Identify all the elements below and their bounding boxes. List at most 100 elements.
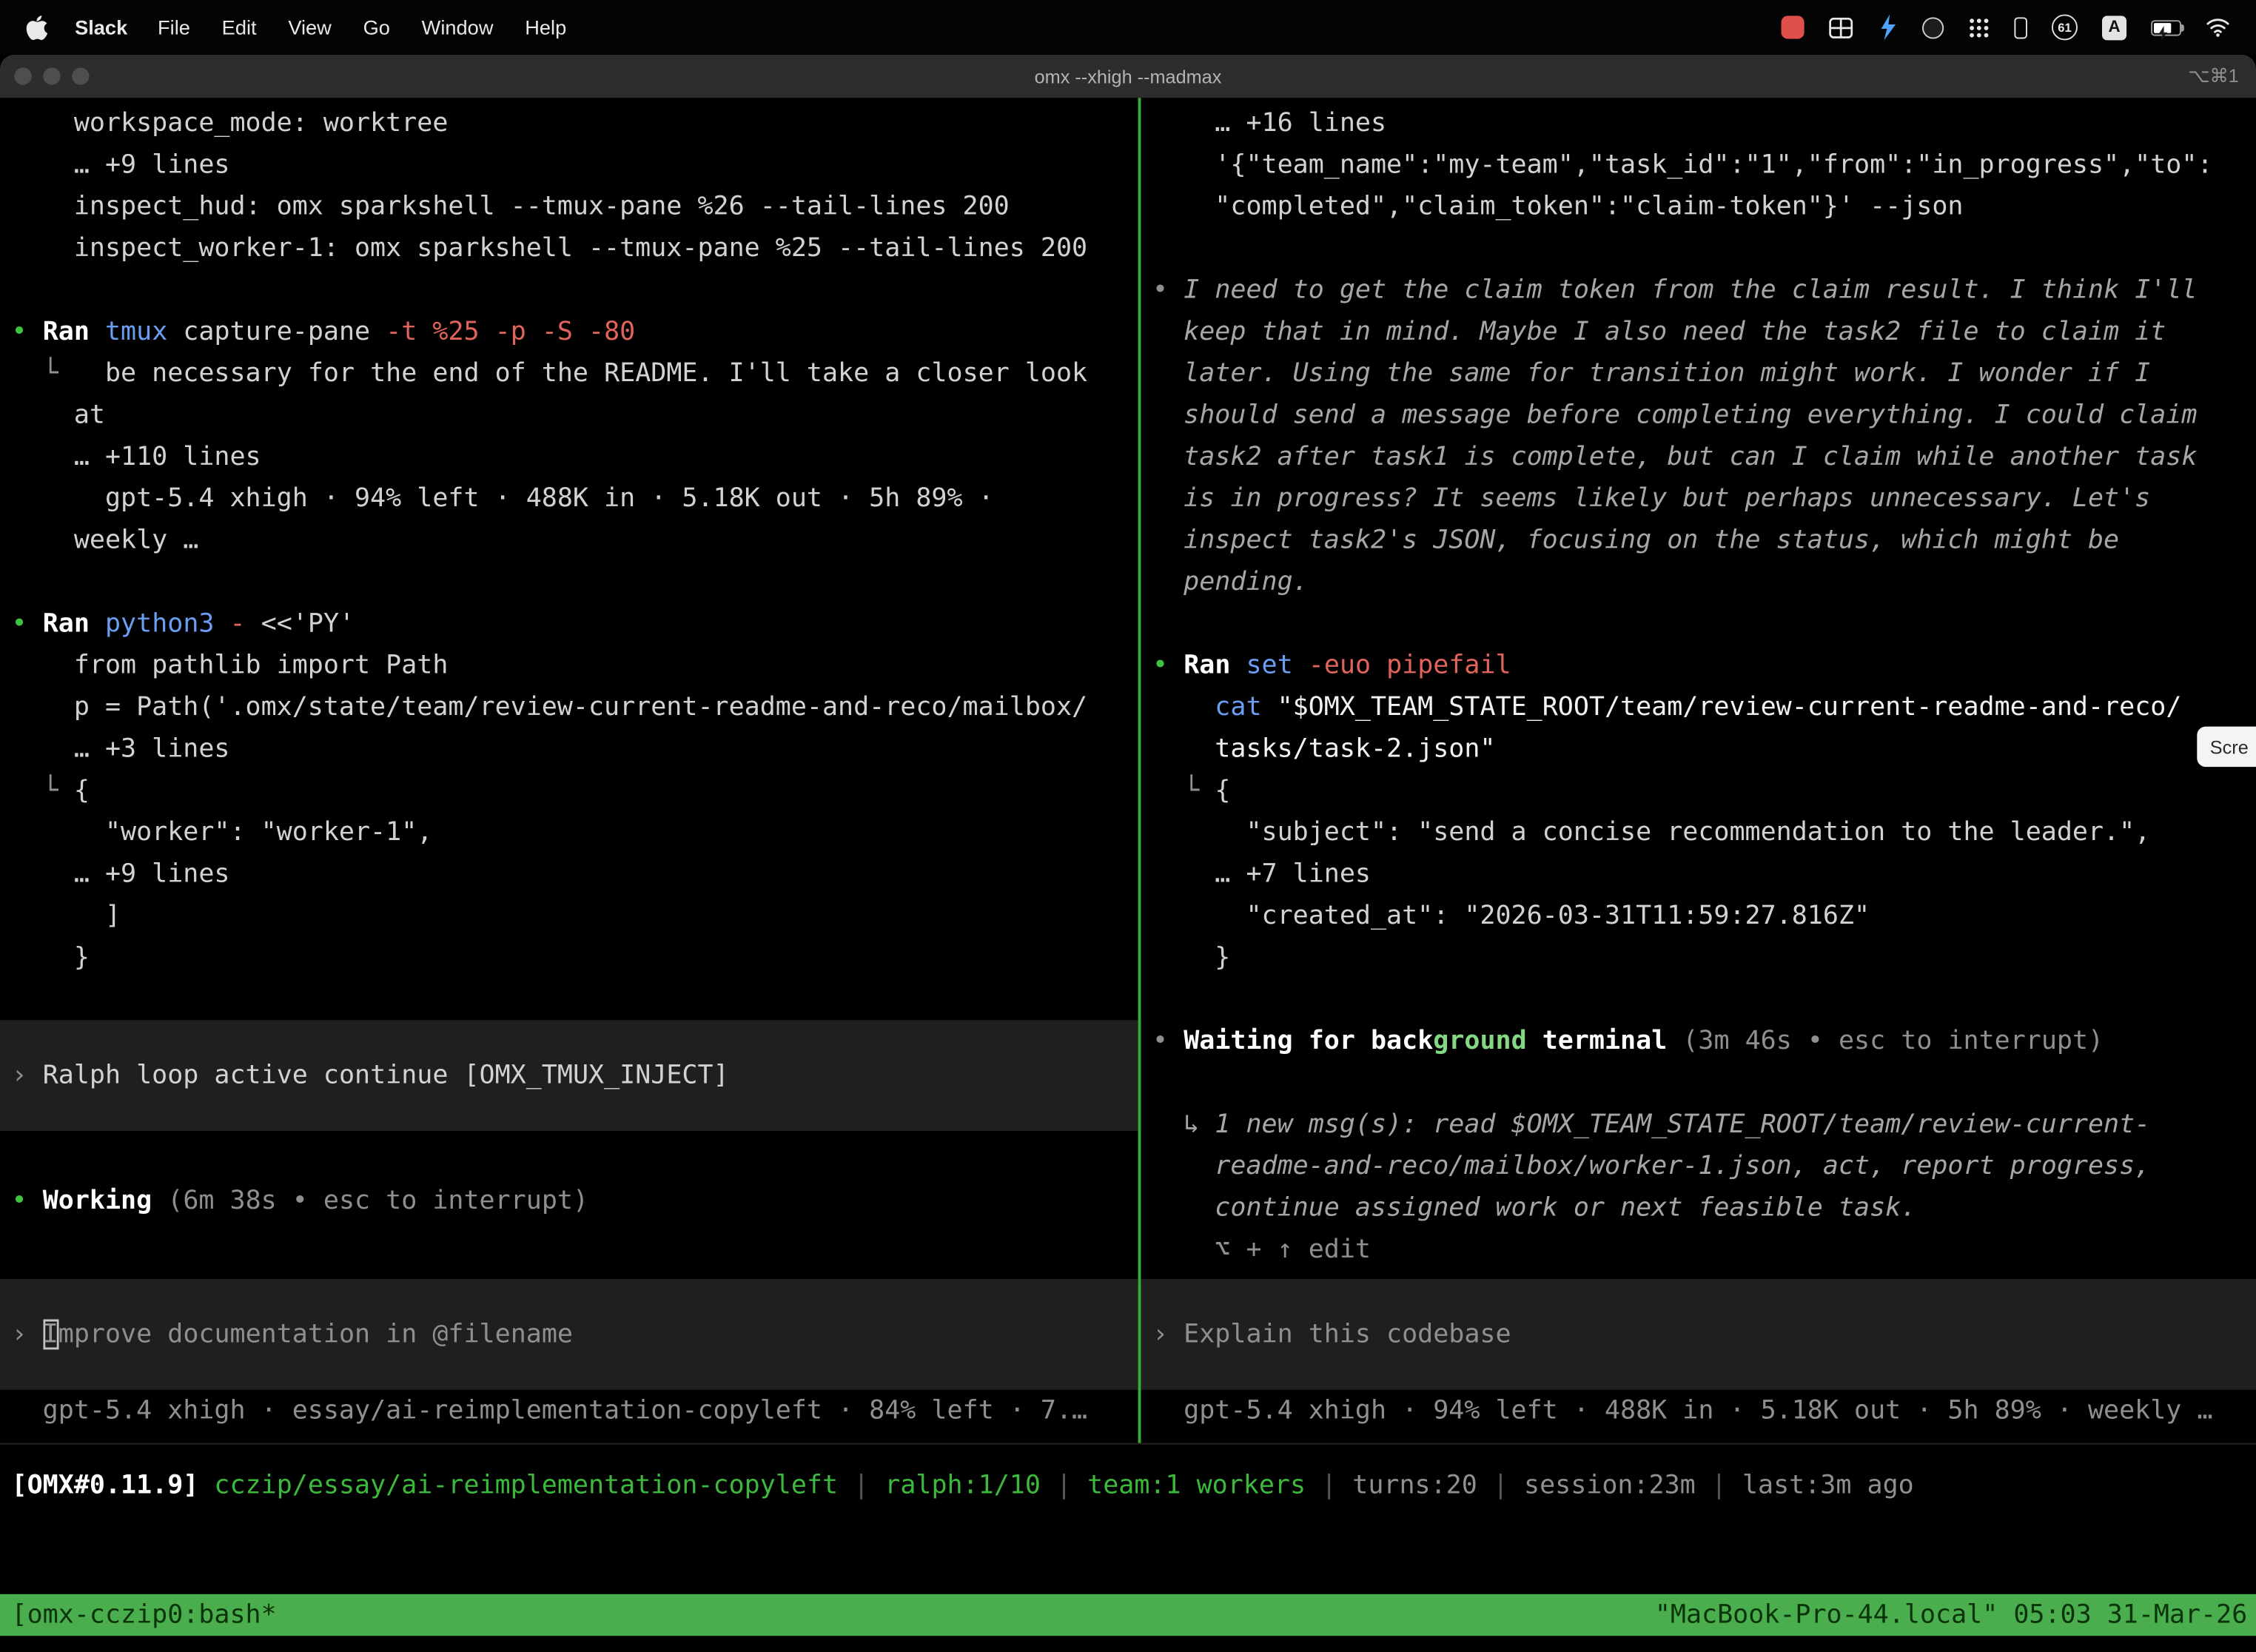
menu-edit[interactable]: Edit <box>206 16 272 38</box>
text-segment: └ <box>12 776 74 806</box>
terminal-line: } <box>1152 936 2256 978</box>
pane-status-line: gpt-5.4 xhigh · 94% left · 488K in · 5.1… <box>1152 1390 2256 1443</box>
menu-view[interactable]: View <box>272 16 347 38</box>
pane-scrollback: workspace_mode: worktree … +9 lines insp… <box>12 102 1138 1221</box>
prompt-input-row[interactable]: › Improve documentation in @filename <box>0 1279 1138 1390</box>
terminal-line: readme-and-reco/mailbox/worker-1.json, a… <box>1152 1145 2256 1186</box>
text-segment: • <box>1152 651 1184 681</box>
text-segment: set <box>1246 651 1308 681</box>
menu-go[interactable]: Go <box>347 16 406 38</box>
text-segment: Ran <box>43 608 105 639</box>
text-segment: at <box>12 400 105 430</box>
text-segment: "$OMX_TEAM_STATE_ROOT/team/review-curren… <box>1278 692 2182 722</box>
terminal-line: ↳ 1 new msg(s): read $OMX_TEAM_STATE_ROO… <box>1152 1104 2256 1145</box>
traffic-lights <box>14 55 89 98</box>
text-segment: tasks/task-2.json" <box>1152 733 1495 764</box>
text-segment: … +110 lines <box>12 442 261 472</box>
text-segment: • <box>12 1186 43 1216</box>
menu-window[interactable]: Window <box>406 16 509 38</box>
text-segment: { <box>1215 776 1230 806</box>
omx-hud-line: [OMX#0.11.9] cczip/essay/ai-reimplementa… <box>12 1465 2256 1506</box>
text-segment: "worker": "worker-1", <box>12 817 433 847</box>
text-segment: | <box>1306 1471 1352 1501</box>
tmux-pane-right[interactable]: … +16 lines '{"team_name":"my-team","tas… <box>1141 98 2256 1443</box>
text-segment: "completed","claim_token":"claim-token"}… <box>1152 192 1963 222</box>
window-grid-icon[interactable] <box>1829 16 1853 38</box>
terminal-line: … +9 lines <box>12 853 1138 895</box>
window-shortcut-hint: ⌥⌘1 <box>2188 64 2238 87</box>
terminal-line: p = Path('.omx/state/team/review-current… <box>12 686 1138 728</box>
text-segment: inspect_worker-1: omx sparkshell --tmux-… <box>12 233 1088 263</box>
count-badge-icon[interactable]: 61 <box>2052 14 2078 40</box>
text-segment: … +7 lines <box>1152 859 1371 889</box>
text-segment: (6m 38s • esc to interrupt) <box>167 1186 588 1216</box>
text-segment: keep that in mind. Maybe I also need the… <box>1152 317 2166 347</box>
terminal-line: from pathlib import Path <box>12 645 1138 686</box>
battery-glyph <box>2151 19 2181 35</box>
text-segment: last:3m ago <box>1742 1471 1914 1501</box>
zoom-button[interactable] <box>72 67 89 84</box>
text-segment: '{"team_name":"my-team","task_id":"1","f… <box>1152 150 2212 180</box>
text-segment: is in progress? It seems likely but perh… <box>1152 483 2150 514</box>
battery-charging-icon[interactable] <box>2151 19 2181 35</box>
spark-icon[interactable] <box>1878 14 1898 40</box>
text-segment: ] <box>12 901 121 931</box>
menu-file[interactable]: File <box>142 16 207 38</box>
text-segment: later. Using the same for transition mig… <box>1152 358 2150 389</box>
terminal-line: "completed","claim_token":"claim-token"}… <box>1152 186 2256 227</box>
menu-app-name[interactable]: Slack <box>61 16 142 38</box>
terminal-line <box>12 1131 1138 1172</box>
apple-menu[interactable] <box>17 13 60 41</box>
text-segment: readme-and-reco/mailbox/worker-1.json, a… <box>1152 1151 2150 1181</box>
circle-app-icon[interactable] <box>1922 16 1944 38</box>
menu-bar-left: Slack File Edit View Go Window Help <box>0 13 583 41</box>
tmux-host-and-clock: "MacBook-Pro-44.local" 05:03 31-Mar-26 <box>1655 1594 2256 1636</box>
tmux-pane-left[interactable]: workspace_mode: worktree … +9 lines insp… <box>0 98 1138 1443</box>
screenshot-notification-label: Scre <box>2210 736 2249 757</box>
text-segment: … +3 lines <box>12 733 230 764</box>
device-icon[interactable] <box>2014 16 2027 38</box>
text-segment: tmux <box>105 317 183 347</box>
terminal-line: } <box>12 936 1138 978</box>
text-segment: continue assigned work or next feasible … <box>1152 1192 1916 1223</box>
text-segment: cat <box>1152 692 1278 722</box>
text-segment: p = Path('.omx/state/team/review-current… <box>12 692 1088 722</box>
text-segment: I need to get the claim token from the c… <box>1184 275 2197 305</box>
terminal-line: keep that in mind. Maybe I also need the… <box>1152 311 2256 352</box>
text-segment: "subject": "send a concise recommendatio… <box>1152 817 2150 847</box>
terminal-line: task2 after task1 is complete, but can I… <box>1152 436 2256 477</box>
menu-bar-status-icons: 61 A <box>1782 14 2256 40</box>
text-segment: ground <box>1433 1026 1526 1056</box>
screenshot-notification[interactable]: Scre <box>2197 727 2256 767</box>
terminal-line: inspect task2's JSON, focusing on the st… <box>1152 520 2256 561</box>
terminal-window: omx --xhigh --madmax ⌥⌘1 workspace_mode:… <box>0 55 2256 1652</box>
terminal-line: should send a message before completing … <box>1152 394 2256 436</box>
wifi-icon[interactable] <box>2206 17 2230 37</box>
screen-recording-indicator-icon[interactable] <box>1782 16 1805 38</box>
text-segment: Ran <box>43 317 105 347</box>
window-title-bar[interactable]: omx --xhigh --madmax ⌥⌘1 <box>0 55 2256 98</box>
record-stop-glyph <box>1782 16 1805 38</box>
terminal-line: continue assigned work or next feasible … <box>1152 1187 2256 1229</box>
input-source-icon[interactable]: A <box>2102 15 2126 39</box>
minimize-button[interactable] <box>43 67 60 84</box>
text-segment: › <box>12 1320 43 1350</box>
menu-help[interactable]: Help <box>509 16 583 38</box>
text-segment: ↳ 1 new msg(s): read $OMX_TEAM_STATE_ROO… <box>1152 1109 2150 1140</box>
text-segment: weekly … <box>12 526 199 556</box>
ralph-injected-message: › Ralph loop active continue [OMX_TMUX_I… <box>0 1020 1138 1131</box>
circle-glyph <box>1922 16 1944 38</box>
text-segment: python3 <box>105 608 230 639</box>
waiting-status-line: • Waiting for background terminal (3m 46… <box>1152 1020 2256 1061</box>
dots-grid-icon[interactable] <box>1968 16 1990 38</box>
terminal-line: cat "$OMX_TEAM_STATE_ROOT/team/review-cu… <box>1152 686 2256 728</box>
terminal-line <box>1152 227 2256 269</box>
text-segment: from pathlib import Path <box>12 651 449 681</box>
text-segment: • <box>12 317 43 347</box>
prompt-suggestion-row[interactable]: › Explain this codebase <box>1141 1279 2256 1390</box>
text-segment: pending. <box>1152 567 1309 597</box>
close-button[interactable] <box>14 67 31 84</box>
text-cursor: I <box>43 1320 58 1350</box>
terminal-content[interactable]: workspace_mode: worktree … +9 lines insp… <box>0 98 2256 1444</box>
text-segment: | <box>1696 1471 1742 1501</box>
